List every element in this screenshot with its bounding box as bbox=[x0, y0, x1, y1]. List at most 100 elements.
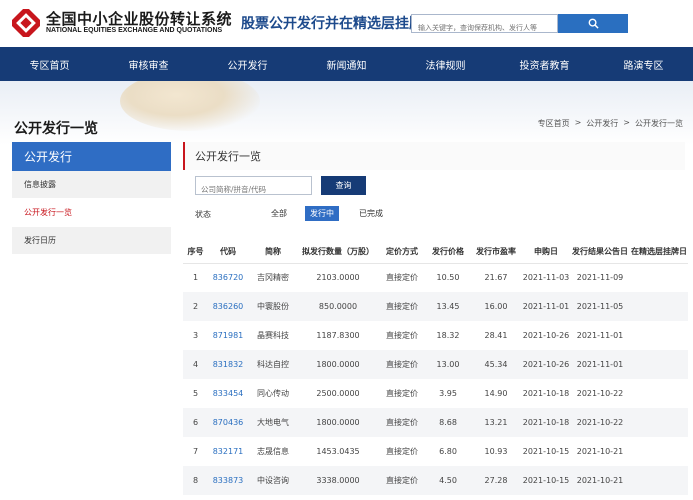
main-nav: 专区首页 审核审查 公开发行 新闻通知 法律规则 投资者教育 路演专区 bbox=[0, 47, 693, 81]
cell-listing-date bbox=[630, 437, 688, 466]
cell-result-date: 2021-10-22 bbox=[570, 408, 630, 437]
company-filter-box[interactable] bbox=[195, 176, 312, 198]
col-header-name: 简称 bbox=[248, 240, 298, 264]
cell-code-link[interactable]: 833873 bbox=[208, 466, 248, 495]
cell-result-date: 2021-10-22 bbox=[576, 389, 624, 398]
cell-pricing-method: 直接定价 bbox=[386, 389, 418, 398]
sidebar-title: 公开发行 bbox=[12, 142, 171, 171]
logo-icon[interactable] bbox=[12, 9, 40, 37]
cell-code-link[interactable]: 836260 bbox=[208, 292, 248, 321]
cell-name: 晶赛科技 bbox=[257, 331, 289, 340]
search-input[interactable] bbox=[412, 19, 557, 37]
sidebar-item-disclosure[interactable]: 信息披露 bbox=[12, 171, 171, 199]
table-row: 6 870436 大地电气 1800.0000 直接定价 8.68 13.21 … bbox=[183, 408, 688, 437]
nav-item-review[interactable]: 审核审查 bbox=[99, 47, 198, 81]
cell-subscription-date: 2021-10-26 bbox=[522, 350, 570, 379]
cell-pricing-method: 直接定价 bbox=[378, 292, 426, 321]
nav-item-roadshow[interactable]: 路演专区 bbox=[594, 47, 693, 81]
cell-price: 8.68 bbox=[426, 408, 470, 437]
table-row: 7 832171 志晟信息 1453.0435 直接定价 6.80 10.93 … bbox=[183, 437, 688, 466]
breadcrumb: 专区首页 > 公开发行 > 公开发行一览 bbox=[538, 118, 683, 129]
company-filter-input[interactable] bbox=[196, 181, 311, 198]
cell-index: 7 bbox=[192, 447, 199, 456]
cell-pe-ratio: 45.34 bbox=[470, 350, 522, 379]
col-header-shares: 拟发行数量（万股） bbox=[298, 240, 378, 264]
search-button[interactable] bbox=[558, 14, 628, 33]
sidebar-item-offering-list[interactable]: 公开发行一览 bbox=[12, 199, 171, 227]
cell-pricing-method: 直接定价 bbox=[386, 273, 418, 283]
cell-pe-ratio: 27.28 bbox=[470, 466, 522, 495]
cell-code-link[interactable]: 831832 bbox=[208, 350, 248, 379]
cell-subscription-date: 2021-10-26 bbox=[522, 331, 570, 340]
breadcrumb-separator: > bbox=[574, 118, 582, 127]
status-option-all[interactable]: 全部 bbox=[266, 206, 292, 221]
cell-shares: 850.0000 bbox=[298, 292, 378, 321]
site-header: 全国中小企业股份转让系统 NATIONAL EQUITIES EXCHANGE … bbox=[0, 0, 693, 47]
cell-pricing-method: 直接定价 bbox=[386, 331, 418, 340]
cell-shares: 1453.0435 bbox=[316, 447, 360, 456]
cell-pe-ratio: 28.41 bbox=[484, 331, 508, 340]
nav-item-public-offering[interactable]: 公开发行 bbox=[198, 47, 297, 81]
offering-table: 序号 代码 简称 拟发行数量（万股） 定价方式 发行价格 发行市盈率 申购日 发… bbox=[183, 240, 688, 495]
table-row: 4 831832 科达自控 1800.0000 直接定价 13.00 45.34… bbox=[183, 350, 688, 379]
sidebar-item-calendar[interactable]: 发行日历 bbox=[12, 227, 171, 255]
breadcrumb-public-offering[interactable]: 公开发行 bbox=[586, 118, 618, 129]
cell-pe-ratio: 10.93 bbox=[484, 447, 508, 456]
cell-shares: 1800.0000 bbox=[298, 408, 378, 437]
cell-shares: 1187.8300 bbox=[316, 331, 360, 340]
cell-code-link[interactable]: 870436 bbox=[208, 408, 248, 437]
nav-item-news[interactable]: 新闻通知 bbox=[297, 47, 396, 81]
banner bbox=[0, 81, 693, 145]
status-option-completed[interactable]: 已完成 bbox=[354, 206, 388, 221]
banner-decoration bbox=[120, 81, 260, 131]
col-header-result-date[interactable]: 发行结果公告日 bbox=[570, 240, 630, 264]
cell-pe-ratio: 14.90 bbox=[484, 389, 508, 398]
cell-index: 3 bbox=[192, 331, 199, 340]
cell-pe-ratio: 21.67 bbox=[484, 273, 508, 283]
logo-name-en: NATIONAL EQUITIES EXCHANGE AND QUOTATION… bbox=[46, 27, 223, 34]
cell-name: 志晟信息 bbox=[257, 447, 289, 456]
search-box[interactable] bbox=[411, 14, 558, 37]
table-row: 5 833454 同心传动 2500.0000 直接定价 3.95 14.90 … bbox=[183, 379, 688, 408]
cell-pricing-method: 直接定价 bbox=[378, 408, 426, 437]
cell-code-link[interactable]: 836720 bbox=[208, 263, 248, 292]
cell-index: 6 bbox=[183, 408, 208, 437]
col-header-pricing-method: 定价方式 bbox=[378, 240, 426, 264]
nav-item-home[interactable]: 专区首页 bbox=[0, 47, 99, 81]
cell-pricing-method: 直接定价 bbox=[378, 466, 426, 495]
cell-pricing-method: 直接定价 bbox=[378, 350, 426, 379]
cell-pe-ratio: 13.21 bbox=[470, 408, 522, 437]
cell-subscription-date: 2021-10-18 bbox=[522, 389, 570, 398]
cell-listing-date bbox=[630, 292, 688, 321]
cell-listing-date bbox=[630, 466, 688, 495]
table-row: 2 836260 中寰股份 850.0000 直接定价 13.45 16.00 … bbox=[183, 292, 688, 321]
nav-item-rules[interactable]: 法律规则 bbox=[396, 47, 495, 81]
col-header-listing-date[interactable]: 在精选层挂牌日 bbox=[630, 240, 688, 264]
col-header-subscription-date[interactable]: 申购日 bbox=[522, 240, 570, 264]
cell-code-link[interactable]: 833454 bbox=[208, 379, 248, 408]
cell-name: 科达自控 bbox=[248, 350, 298, 379]
cell-result-date: 2021-10-21 bbox=[576, 447, 624, 456]
cell-shares: 3338.0000 bbox=[298, 466, 378, 495]
cell-listing-date bbox=[630, 263, 688, 292]
page-title: 公开发行一览 bbox=[14, 121, 98, 137]
col-header-code[interactable]: 代码 bbox=[208, 240, 248, 264]
breadcrumb-separator: > bbox=[623, 118, 630, 127]
cell-name: 同心传动 bbox=[257, 389, 289, 398]
cell-index: 2 bbox=[183, 292, 208, 321]
search-icon bbox=[588, 18, 599, 29]
breadcrumb-home[interactable]: 专区首页 bbox=[538, 118, 570, 129]
col-header-pe-ratio: 发行市盈率 bbox=[470, 240, 522, 264]
cell-result-date: 2021-11-01 bbox=[570, 350, 630, 379]
cell-code-link[interactable]: 832171 bbox=[208, 437, 248, 466]
nav-item-investor-education[interactable]: 投资者教育 bbox=[495, 47, 594, 81]
cell-code-link[interactable]: 871981 bbox=[208, 321, 248, 350]
cell-pricing-method: 直接定价 bbox=[386, 447, 418, 456]
cell-listing-date bbox=[630, 321, 688, 350]
cell-subscription-date: 2021-11-01 bbox=[522, 292, 570, 321]
status-option-issuing[interactable]: 发行中 bbox=[305, 206, 339, 221]
query-button[interactable]: 查询 bbox=[321, 176, 366, 195]
cell-name: 中设咨询 bbox=[248, 466, 298, 495]
main-content: 公开发行一览 查询 状态 全部 发行中 已完成 序号 代码 简称 拟发行数量（万… bbox=[183, 142, 693, 500]
col-header-price: 发行价格 bbox=[426, 240, 470, 264]
